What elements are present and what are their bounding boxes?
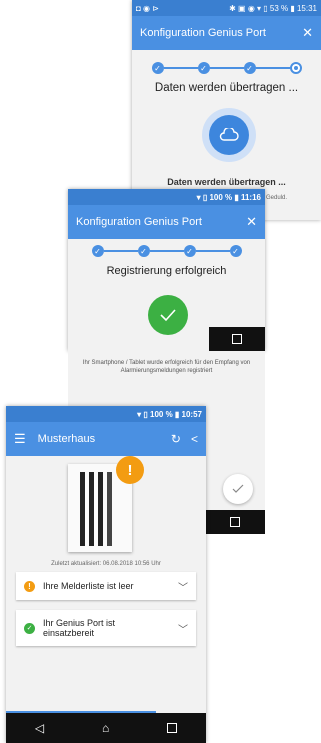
status-right: ✱ ▣ ◉ ▾ ▯ 53 % ▮ 15:31 (229, 3, 317, 13)
app-title: Musterhaus (37, 433, 96, 445)
screen-data-transfer: ◘ ◉ ⊳ ✱ ▣ ◉ ▾ ▯ 53 % ▮ 15:31 Konfigurati… (132, 0, 321, 220)
warning-icon: ! (24, 580, 35, 592)
cloud-upload-icon (202, 108, 256, 162)
list-item-label: Ihr Genius Port ist einsatzbereit (43, 618, 116, 638)
step-3-done-icon: ✓ (243, 62, 256, 74)
status-bar: ▾ ▯ 100 % ▮ 10:57 (6, 406, 206, 422)
recent-apps-icon[interactable] (167, 723, 178, 733)
home-icon[interactable]: ⌂ (102, 721, 109, 735)
success-check-icon (148, 295, 188, 335)
step-connector (103, 250, 138, 252)
transfer-note: Geduld. (266, 195, 288, 201)
confirm-button[interactable] (223, 474, 253, 504)
step-4-done-icon: ✓ (229, 245, 242, 257)
android-nav-bar (209, 327, 265, 351)
progress-stepper: ✓ ✓ ✓ (132, 62, 321, 74)
success-heading: Registrierung erfolgreich (106, 265, 227, 277)
list-item-label: Ihre Melderliste ist leer (43, 581, 134, 591)
recent-apps-icon[interactable] (230, 517, 240, 527)
status-right: ▾ ▯ 100 % ▮ 10:57 (137, 409, 202, 419)
step-1-done-icon: ✓ (151, 62, 164, 74)
step-connector (149, 250, 184, 252)
step-connector (163, 67, 198, 69)
menu-icon[interactable]: ☰ (14, 431, 26, 447)
android-nav-bar (205, 510, 265, 534)
status-right: ▾ ▯ 100 % ▮ 11:16 (196, 192, 261, 202)
step-4-current-icon (289, 62, 302, 74)
app-bar: Konfiguration Genius Port ✕ (132, 16, 321, 50)
warning-badge-icon: ! (116, 456, 144, 484)
step-3-done-icon: ✓ (183, 245, 196, 257)
last-updated: Zuletzt aktualisiert: 06.08.2018 10:56 U… (51, 561, 161, 567)
step-connector (255, 67, 290, 69)
step-connector (209, 67, 244, 69)
chevron-down-icon[interactable]: ﹀ (178, 621, 188, 636)
check-icon (232, 484, 244, 493)
chevron-down-icon[interactable]: ﹀ (178, 579, 188, 594)
refresh-icon[interactable]: ↻ (171, 432, 181, 446)
transfer-subheading: Daten werden übertragen ... (167, 177, 286, 187)
transfer-heading: Daten werden übertragen ... (154, 82, 299, 94)
app-bar: Konfiguration Genius Port ✕ (68, 205, 265, 239)
list-item[interactable]: ✓ Ihr Genius Port ist einsatzbereit ﹀ (16, 610, 196, 646)
back-icon[interactable]: ◁ (35, 721, 44, 735)
app-bar: ☰ Musterhaus ↻ < (6, 422, 206, 456)
close-icon[interactable]: ✕ (302, 25, 313, 41)
screen-registration-success: ▾ ▯ 100 % ▮ 11:16 Konfiguration Genius P… (68, 189, 265, 351)
share-icon[interactable]: < (191, 432, 198, 446)
success-icon: ✓ (24, 622, 35, 634)
step-connector (195, 250, 230, 252)
success-message: Ihr Smartphone / Tablet wurde erfolgreic… (82, 360, 251, 374)
close-icon[interactable]: ✕ (246, 214, 257, 230)
android-nav-bar: ◁ ⌂ (6, 713, 206, 743)
status-bar: ▾ ▯ 100 % ▮ 11:16 (68, 189, 265, 205)
list-item[interactable]: ! Ihre Melderliste ist leer ﹀ (16, 572, 196, 600)
recent-apps-icon[interactable] (232, 334, 242, 344)
step-1-done-icon: ✓ (91, 245, 104, 257)
step-2-done-icon: ✓ (197, 62, 210, 74)
progress-stepper: ✓ ✓ ✓ ✓ (68, 245, 265, 257)
screen-musterhaus: ▾ ▯ 100 % ▮ 10:57 ☰ Musterhaus ↻ < ! Zul… (6, 406, 206, 743)
status-bar: ◘ ◉ ⊳ ✱ ▣ ◉ ▾ ▯ 53 % ▮ 15:31 (132, 0, 321, 16)
app-title: Konfiguration Genius Port (76, 216, 202, 228)
step-2-done-icon: ✓ (137, 245, 150, 257)
app-title: Konfiguration Genius Port (140, 27, 266, 39)
status-left: ◘ ◉ ⊳ (136, 3, 159, 13)
